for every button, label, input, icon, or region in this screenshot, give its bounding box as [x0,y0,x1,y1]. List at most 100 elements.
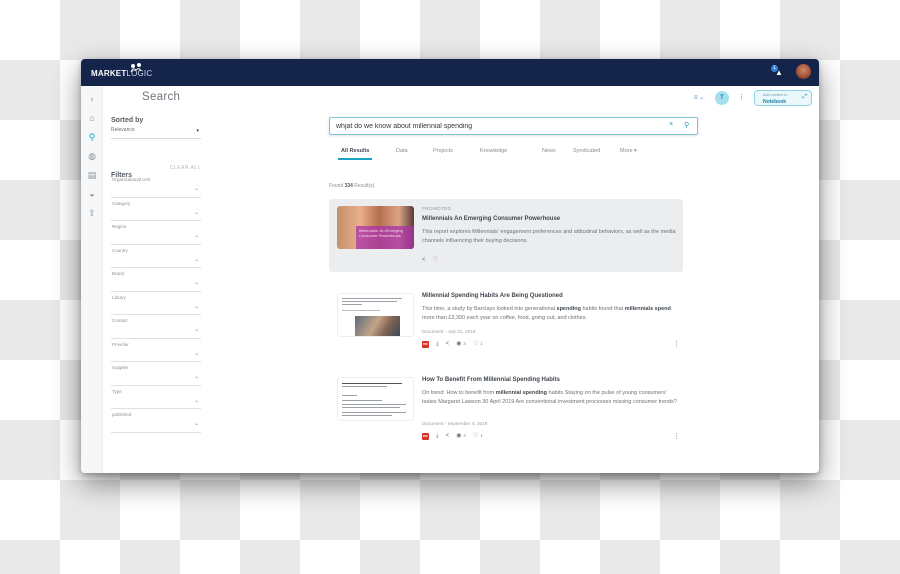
sorted-by-label: Sorted by [111,117,144,124]
result-description: This report explores Millennials' engage… [422,229,676,244]
filter-dropdown[interactable]: Organizational Unit ⌄ [111,174,201,198]
search-icon[interactable]: ⚲ [86,131,98,143]
user-avatar[interactable] [796,64,811,79]
thumbnail-caption: Millennials: An Emerging Consumer Powerh… [356,226,414,249]
logo-dots-icon [130,63,142,73]
eye-icon: ◉ [456,341,462,347]
document-thumbnail[interactable] [337,293,414,337]
tab-all-results[interactable]: All Results [337,148,373,162]
likes-number: 1 [480,433,483,438]
result-description: This time, a study by Barclays looked in… [422,305,682,323]
upload-icon[interactable]: ⇪ [86,207,98,219]
tab-more[interactable]: More ▾ [620,148,637,162]
home-icon[interactable]: ⌂ [86,112,98,124]
thumb-text-line [342,304,362,305]
filter-dropdown[interactable]: Brand ⌄ [111,268,201,292]
page-title: Search [142,91,181,103]
like-button[interactable]: ♡ 1 [473,340,483,348]
result-actions: PDF ⤓ < ◉ 4 ♡ 1 [422,432,483,440]
tab-projects[interactable]: Projects [433,148,453,162]
notifications-button[interactable]: ▲ 1 [771,65,785,79]
share-icon[interactable]: < [422,256,426,264]
globe-icon[interactable]: ◍ [86,150,98,162]
tab-syndicated[interactable]: Syndicated [573,148,600,162]
view-toggle-button[interactable]: ≡ ⌄ [694,94,704,101]
clear-all-button[interactable]: CLEAR ALL [170,165,201,171]
description-text: more than £3,300 each year on coffee, fo… [422,315,588,321]
filters-sidebar: Sorted by Relevance ▾ Filters CLEAR ALL … [111,117,201,433]
tab-news[interactable]: News [542,148,556,162]
tab-knowledge[interactable]: Knowledge [480,148,507,162]
search-input[interactable] [336,121,656,132]
notification-badge: 1 [771,65,778,72]
filter-label: Provider [112,341,129,347]
promoted-thumbnail[interactable]: Millennials: An Emerging Consumer Powerh… [337,206,414,249]
result-item[interactable]: How To Benefit From Millennial Spending … [329,369,683,449]
result-item[interactable]: Millennial Spending Habits Are Being Que… [329,285,683,365]
likes-number: 1 [480,341,483,346]
marketlogic-logo[interactable]: MARKETLOGIC [91,63,152,78]
filters-header: Filters CLEAR ALL [111,164,201,179]
result-meta: Document - July 31, 2019 [422,329,476,334]
chevron-down-icon: ⌄ [193,327,199,333]
thumb-text-line [342,386,387,387]
graduation-cap-icon[interactable]: ◒ [86,188,98,200]
result-meta: Document - September 4, 2019 [422,421,488,426]
thumb-text-line [342,412,406,413]
filter-label: Library [112,294,126,300]
documents-icon[interactable]: ▤ [86,169,98,181]
search-box: × ⚲ [329,117,698,135]
heart-icon[interactable]: ♡ [433,256,438,264]
expand-icon: ⤢ [802,94,807,100]
filter-dropdown[interactable]: Provider ⌄ [111,339,201,362]
notebook-label: Notebook [763,99,787,105]
caret-down-icon: ▾ [196,128,199,134]
pdf-icon[interactable]: PDF [422,340,429,348]
document-thumbnail[interactable] [337,377,414,421]
filter-dropdown[interactable]: Contact ⌄ [111,315,201,339]
clear-search-icon[interactable]: × [669,121,673,128]
sort-select[interactable]: Relevance ▾ [111,127,201,139]
search-submit-icon[interactable]: ⚲ [684,121,689,129]
chevron-down-icon: ⌄ [193,421,199,427]
result-title[interactable]: Millennial Spending Habits Are Being Que… [422,293,563,299]
result-menu-icon[interactable]: ⋮ [673,432,680,440]
pdf-icon[interactable]: PDF [422,432,429,440]
filter-dropdown[interactable]: Region ⌄ [111,221,201,245]
filter-dropdown[interactable]: Country ⌄ [111,245,201,268]
filter-dropdown[interactable]: Type ⌄ [111,386,201,409]
results-toolbar: ≡ ⌄ T ⋮ Add content to Notebook ⤢ [691,90,816,106]
filter-label: Brand [112,271,125,276]
views-count: ◉ 4 [456,432,466,440]
download-icon[interactable]: ⤓ [436,432,439,440]
result-menu-icon[interactable]: ⋮ [673,340,680,348]
promoted-result-card[interactable]: Millennials: An Emerging Consumer Powerh… [329,199,683,272]
result-title[interactable]: How To Benefit From Millennial Spending … [422,377,560,383]
chevron-right-icon[interactable]: › [86,93,98,105]
filter-dropdown[interactable]: Supplier ⌄ [111,362,201,386]
top-bar: MARKETLOGIC ▲ 1 [81,59,819,86]
filter-dropdown[interactable]: Library ⌄ [111,292,201,315]
result-title[interactable]: Millennials An Emerging Consumer Powerho… [422,216,560,222]
chevron-down-icon: ⌄ [193,397,199,404]
filter-dropdown[interactable]: Category ⌄ [111,198,201,221]
like-button[interactable]: ♡ 1 [473,432,483,440]
highlighted-term: spending [556,306,581,312]
share-icon[interactable]: < [446,340,450,348]
description-text: On trend: How to benefit from [422,390,496,396]
description-text: This time, a study by Barclays looked in… [422,306,557,312]
more-options-icon[interactable]: ⋮ [738,93,745,101]
filter-button[interactable]: T [715,91,729,105]
thumb-text-line [342,404,406,405]
tab-data[interactable]: Data [396,148,408,162]
add-to-notebook-button[interactable]: Add content to Notebook ⤢ [754,90,812,106]
thumb-text-line [342,383,402,384]
share-icon[interactable]: < [446,432,450,440]
highlighted-term: millennials spend [624,306,671,312]
download-icon[interactable]: ⤓ [436,340,439,348]
result-actions: < ♡ [422,256,438,264]
thumb-text-line [342,395,357,396]
filter-dropdown[interactable]: published ⌄ [111,409,201,433]
chevron-down-icon: ⌄ [193,280,199,286]
thumb-text-line [342,298,402,299]
